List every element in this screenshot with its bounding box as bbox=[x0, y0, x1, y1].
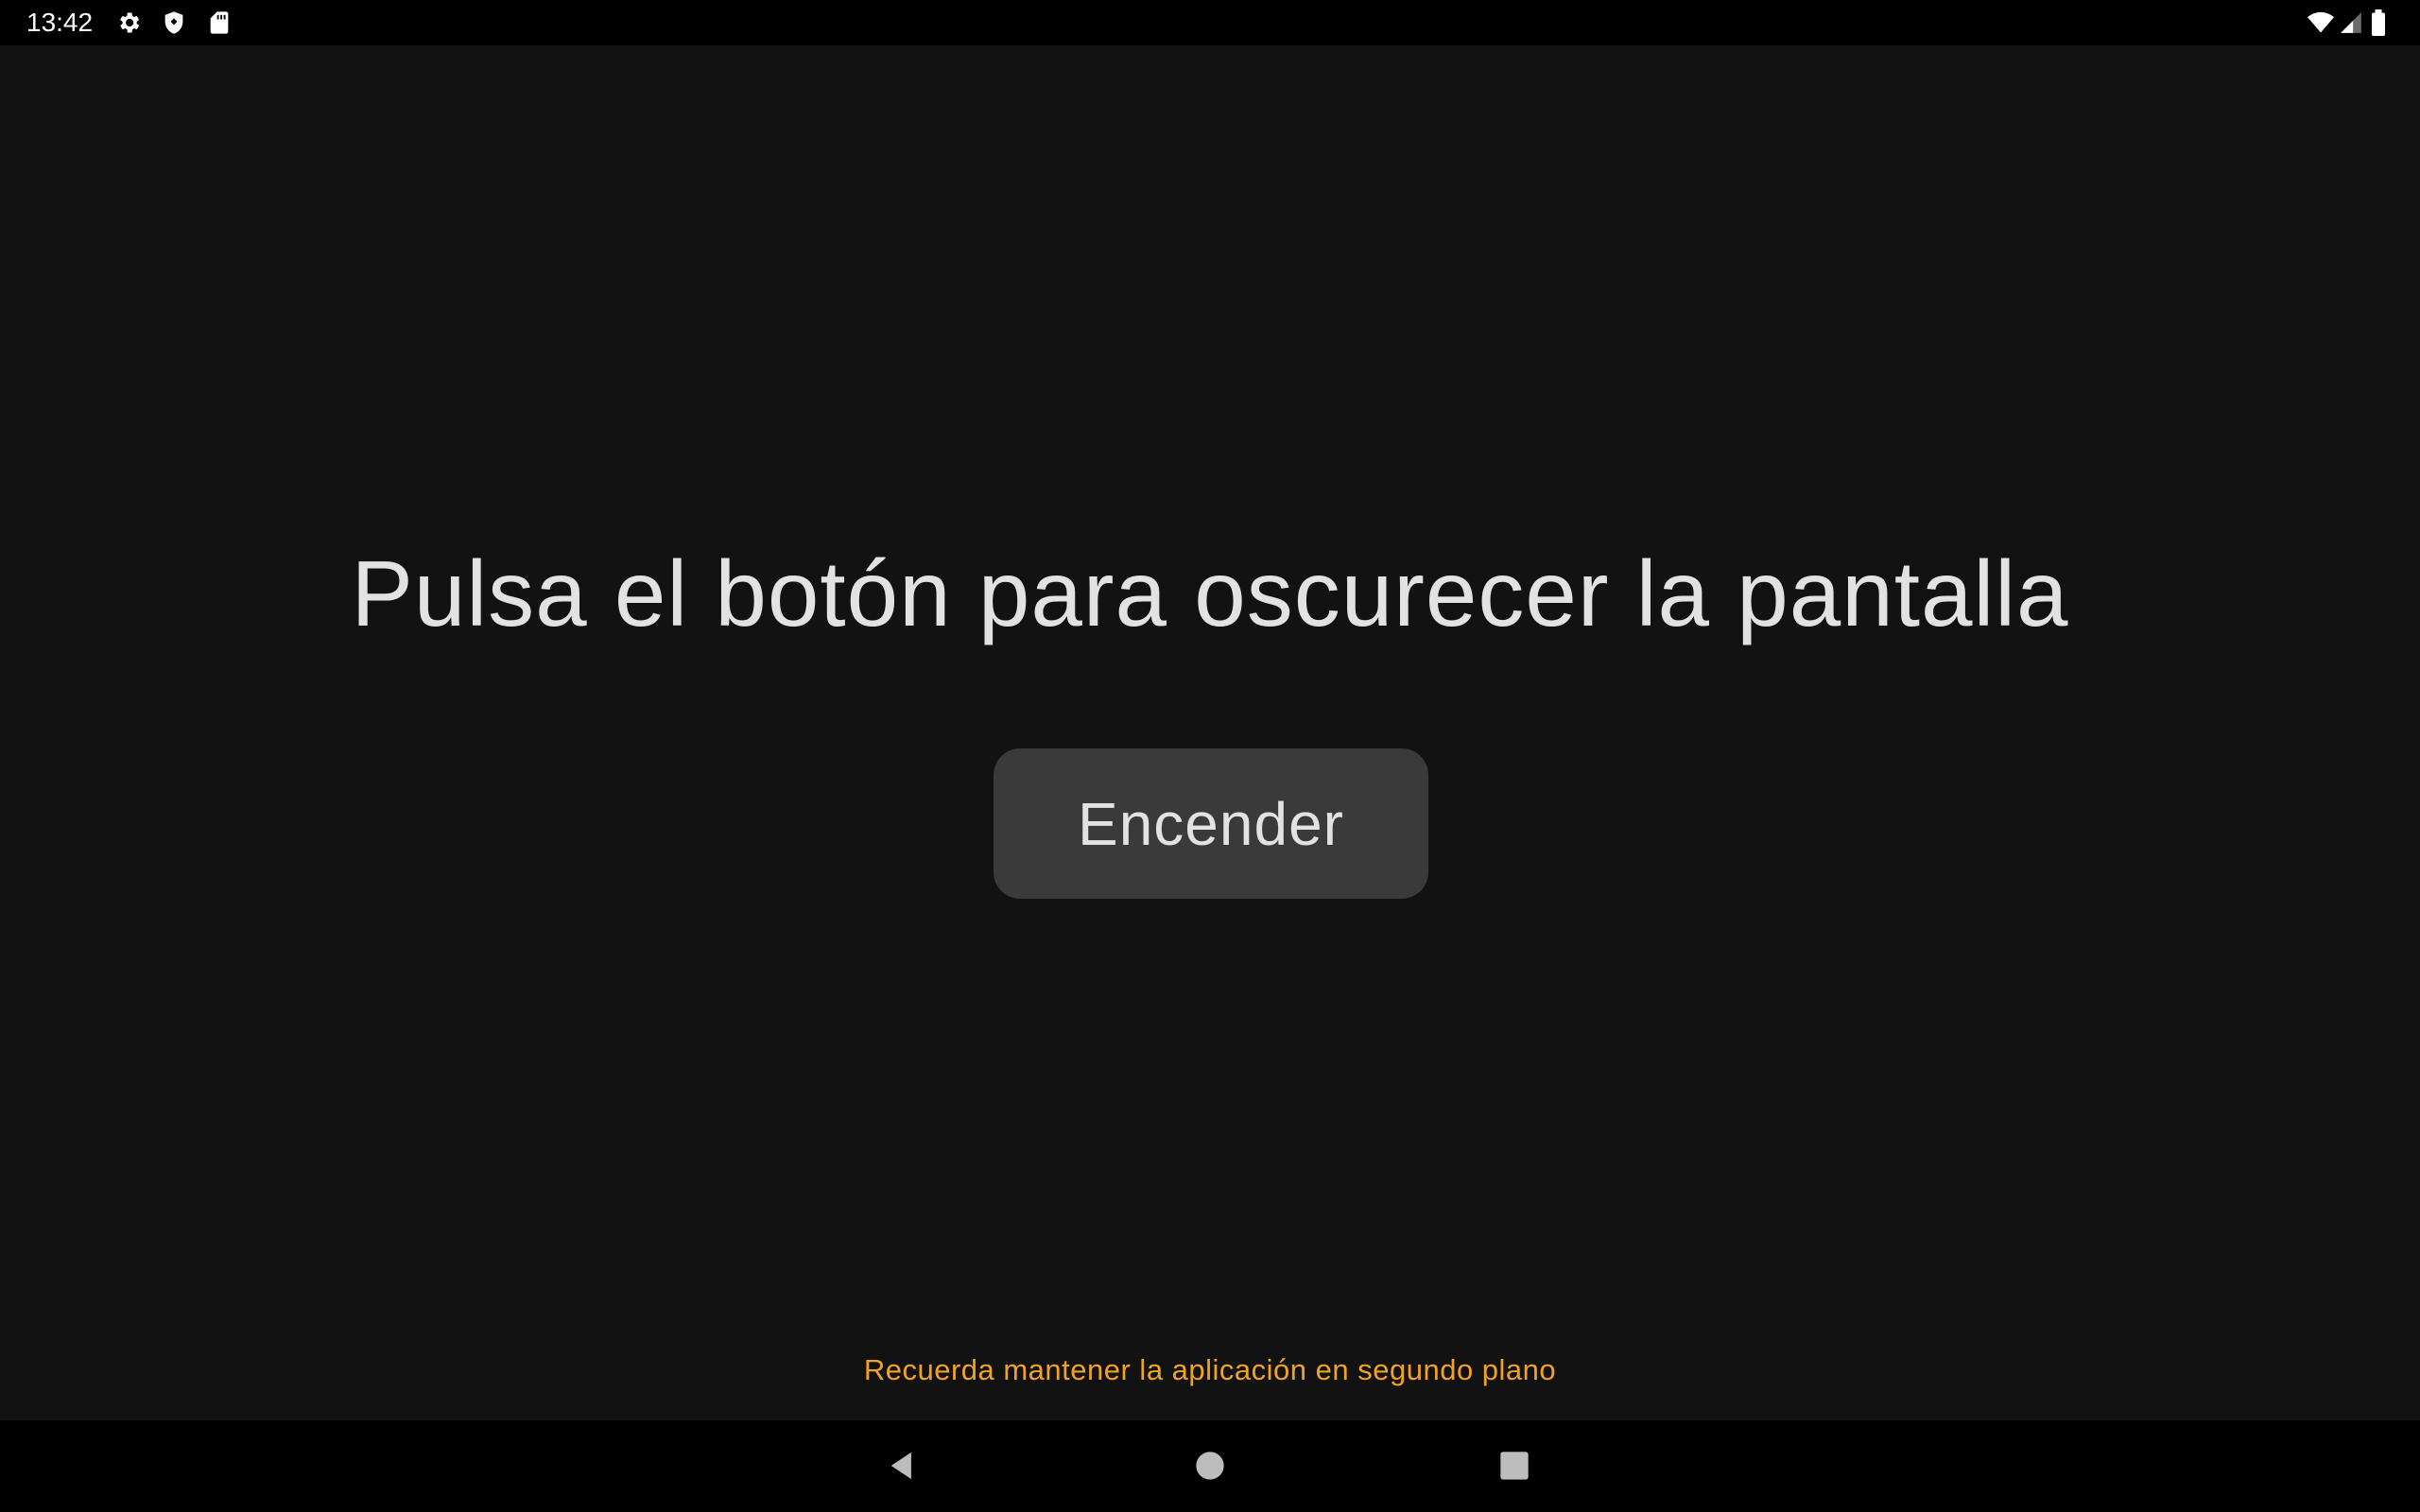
recents-icon[interactable] bbox=[1490, 1441, 1539, 1490]
status-bar: 13:42 bbox=[0, 0, 2420, 45]
status-time: 13:42 bbox=[26, 8, 94, 37]
cell-signal-icon bbox=[2339, 9, 2365, 36]
background-reminder: Recuerda mantener la aplicación en segun… bbox=[863, 1353, 1557, 1386]
main-content: Pulsa el botón para oscurecer la pantall… bbox=[0, 45, 2420, 1420]
battery-icon bbox=[2369, 9, 2395, 36]
navigation-bar bbox=[0, 1420, 2420, 1512]
sd-card-icon bbox=[206, 9, 233, 36]
back-icon[interactable] bbox=[877, 1441, 926, 1490]
headline: Pulsa el botón para oscurecer la pantall… bbox=[351, 541, 2069, 645]
home-icon[interactable] bbox=[1185, 1441, 1235, 1490]
wifi-icon bbox=[2307, 9, 2334, 36]
power-on-button[interactable]: Encender bbox=[994, 748, 1428, 899]
shield-icon bbox=[161, 9, 187, 36]
gear-icon bbox=[115, 9, 142, 36]
